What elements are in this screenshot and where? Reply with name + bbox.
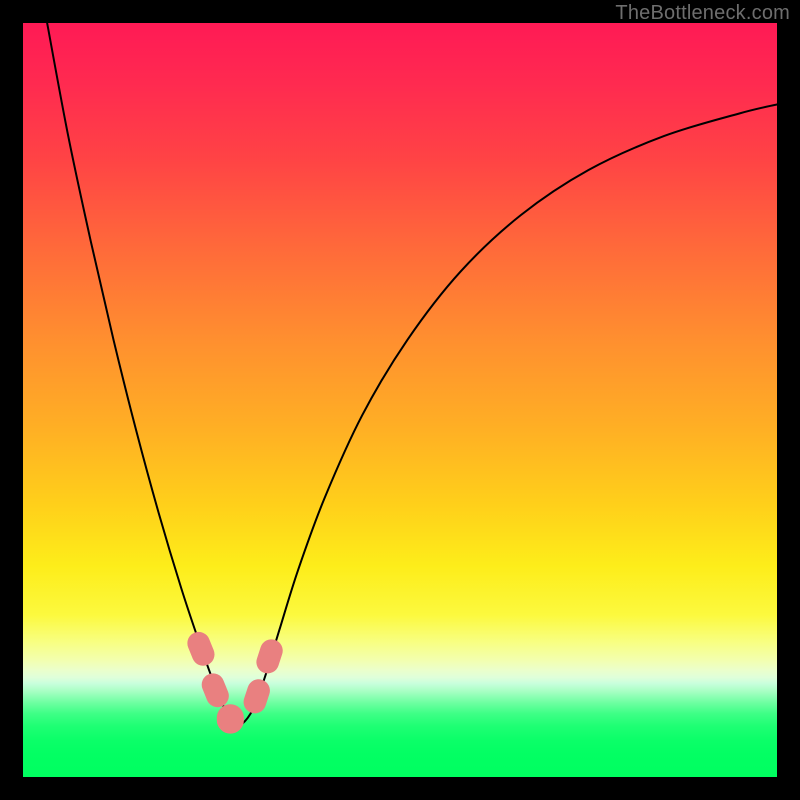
curve-marker [198,670,232,711]
watermark-text: TheBottleneck.com [615,2,790,25]
chart-svg [23,23,777,777]
marker-layer [184,629,286,734]
bottleneck-curve [47,23,777,726]
curve-marker [253,636,285,676]
curve-marker [184,629,218,670]
outer-frame: TheBottleneck.com [0,0,800,800]
curve-marker [217,704,244,733]
curve-marker [241,676,273,716]
plot-area [23,23,777,777]
curve-layer [47,23,777,726]
